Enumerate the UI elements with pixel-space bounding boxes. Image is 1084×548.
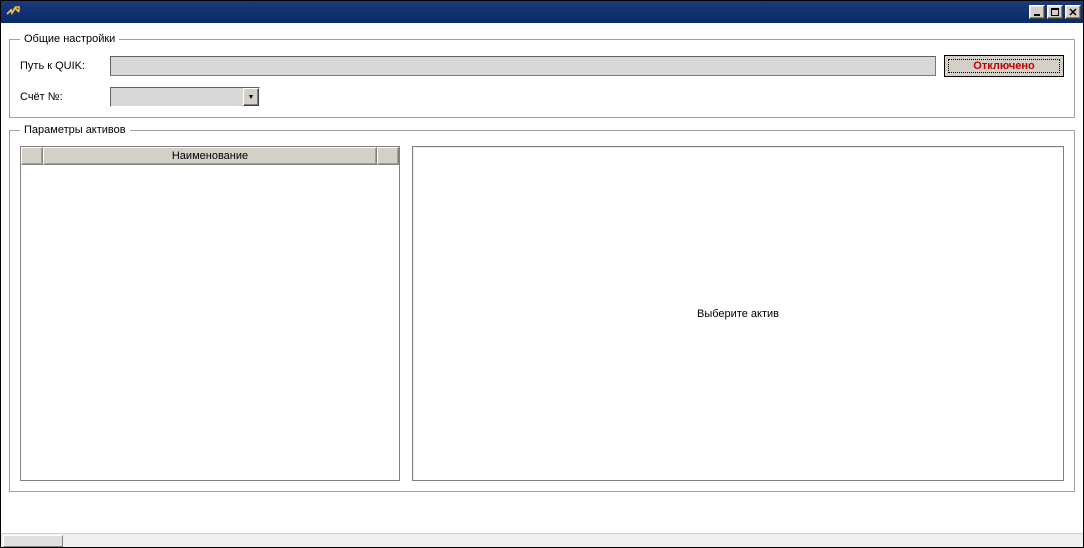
quik-path-label: Путь к QUIK: [20,60,110,72]
app-window: Общие настройки Путь к QUIK: Отключено С… [0,0,1084,548]
asset-params-group: Параметры активов Наименование Выберите … [9,124,1075,492]
assets-grid-body[interactable] [21,165,399,480]
connection-status-label: Отключено [948,59,1060,73]
grid-header-name[interactable]: Наименование [43,147,377,165]
statusbar-panel [3,535,63,547]
app-icon [5,4,21,20]
general-settings-legend: Общие настройки [20,33,119,45]
account-row: Счёт №: ▼ [20,87,1064,107]
close-button[interactable] [1065,5,1081,19]
grid-header-selector[interactable] [21,147,43,165]
assets-grid-header: Наименование [21,147,399,165]
maximize-button[interactable] [1047,5,1063,19]
asset-detail-placeholder: Выберите актив [697,308,779,320]
assets-body: Наименование Выберите актив [20,146,1064,481]
grid-header-end[interactable] [377,147,399,165]
asset-params-legend: Параметры активов [20,124,130,136]
general-settings-group: Общие настройки Путь к QUIK: Отключено С… [9,33,1075,118]
chevron-down-icon[interactable]: ▼ [243,88,259,106]
asset-detail-panel: Выберите актив [412,146,1064,481]
quik-path-row: Путь к QUIK: Отключено [20,55,1064,77]
account-combo[interactable]: ▼ [110,87,260,107]
titlebar [1,1,1083,23]
minimize-button[interactable] [1029,5,1045,19]
window-buttons [1027,5,1081,19]
assets-grid[interactable]: Наименование [20,146,400,481]
connection-status-button[interactable]: Отключено [944,55,1064,77]
account-combo-value [111,88,243,106]
quik-path-input[interactable] [110,56,936,76]
account-label: Счёт №: [20,91,110,103]
client-area: Общие настройки Путь к QUIK: Отключено С… [1,23,1083,531]
statusbar [1,533,1083,547]
